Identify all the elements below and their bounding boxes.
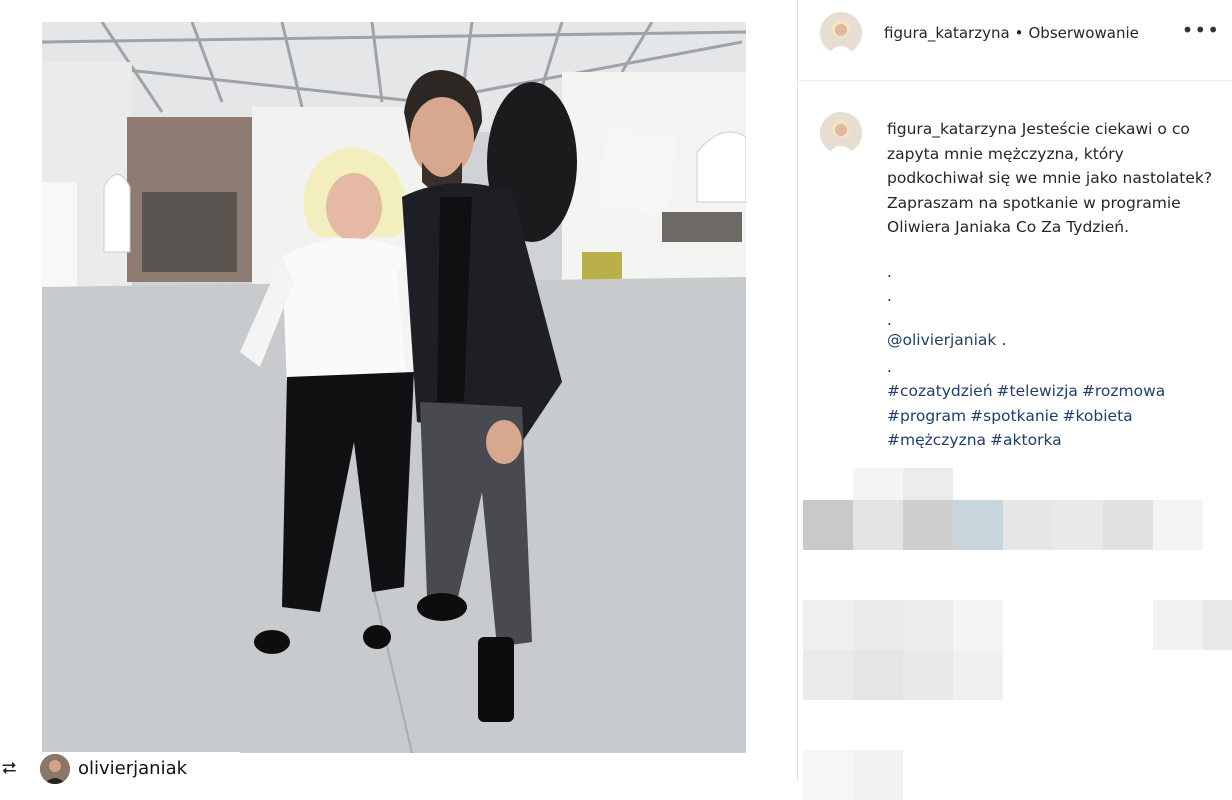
pixel-block (803, 650, 853, 700)
pixel-block (853, 500, 903, 550)
panel-divider (797, 0, 798, 780)
post-header: figura_katarzyna • Obserwowanie ••• (798, 0, 1232, 81)
caption-username[interactable]: figura_katarzyna (887, 120, 1017, 138)
repost-username[interactable]: olivierjaniak (78, 758, 187, 779)
caption-dot: . (887, 358, 892, 376)
pixel-block (953, 650, 1003, 700)
pixel-block (803, 500, 853, 550)
pixel-block (1053, 500, 1103, 550)
hashtag-link[interactable]: #aktorka (990, 431, 1062, 449)
pixel-block (953, 600, 1003, 650)
pixel-block (1103, 500, 1153, 550)
pixel-block (1153, 600, 1203, 650)
caption-author-avatar[interactable] (820, 112, 862, 154)
author-username[interactable]: figura_katarzyna (884, 24, 1010, 42)
pixel-block (853, 650, 903, 700)
pixel-block (903, 500, 953, 550)
mention-tail: . (996, 331, 1007, 349)
pixelated-comments-area (803, 468, 1232, 800)
studio-photo-illustration (42, 22, 746, 753)
hashtag-link[interactable]: #spotkanie (970, 407, 1058, 425)
caption-dot: . (887, 287, 892, 305)
separator-dot: • (1014, 24, 1024, 42)
more-icon[interactable]: ••• (1182, 18, 1220, 42)
repost-bar: ⮂ olivierjaniak (0, 752, 240, 784)
hashtag-list: #cozatydzień #telewizja #rozmowa #program #… (887, 379, 1207, 453)
pixel-block (803, 750, 853, 800)
post-photo[interactable] (42, 22, 746, 753)
pixel-block (1203, 600, 1232, 650)
pixel-block (853, 600, 903, 650)
pixel-block (1153, 500, 1203, 550)
hashtag-link[interactable]: #telewizja (997, 382, 1078, 400)
hashtag-link[interactable]: #kobieta (1063, 407, 1133, 425)
pixel-block (803, 600, 853, 650)
caption-dot: . (887, 263, 892, 281)
pixel-block (1003, 500, 1053, 550)
pixel-block (903, 650, 953, 700)
header-user-line: figura_katarzyna • Obserwowanie (884, 24, 1139, 42)
pixel-block (853, 750, 903, 800)
mention-link[interactable]: @olivierjaniak (887, 331, 996, 349)
hashtag-link[interactable]: #program (887, 407, 966, 425)
pixel-block (903, 600, 953, 650)
repost-icon: ⮂ (2, 758, 17, 779)
follow-status-button[interactable]: Obserwowanie (1029, 24, 1139, 42)
caption-dot: . (887, 311, 892, 329)
caption-mention-line: @olivierjaniak . (887, 331, 1006, 349)
caption-text: figura_katarzyna Jesteście ciekawi o co … (887, 117, 1217, 240)
author-avatar[interactable] (820, 12, 862, 54)
pixel-block (953, 500, 1003, 550)
hashtag-link[interactable]: #cozatydzień (887, 382, 993, 400)
hashtag-link[interactable]: #rozmowa (1082, 382, 1165, 400)
hashtag-link[interactable]: #mężczyzna (887, 431, 986, 449)
